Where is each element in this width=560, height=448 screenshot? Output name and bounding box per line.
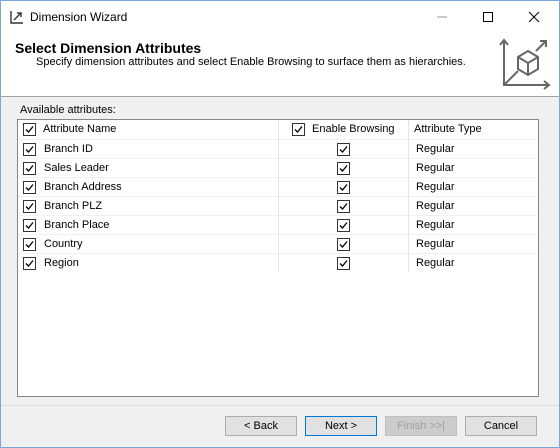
- checkmark-icon: [25, 126, 34, 133]
- close-button[interactable]: [511, 1, 557, 33]
- row-divider: [18, 177, 538, 178]
- next-button[interactable]: Next >: [305, 416, 377, 436]
- enable-browsing-checkbox[interactable]: [337, 162, 350, 175]
- enable-browsing-checkbox[interactable]: [337, 143, 350, 156]
- attribute-name: Branch ID: [44, 143, 93, 155]
- attribute-select-checkbox[interactable]: [23, 162, 36, 175]
- attribute-select-checkbox[interactable]: [23, 219, 36, 232]
- close-icon: [528, 11, 540, 23]
- checkmark-icon: [25, 184, 34, 191]
- checkmark-icon: [25, 241, 34, 248]
- row-divider: [18, 196, 538, 197]
- select-all-checkbox[interactable]: [23, 123, 36, 136]
- attribute-type[interactable]: Regular: [416, 162, 455, 174]
- checkmark-icon: [339, 260, 348, 267]
- attribute-type[interactable]: Regular: [416, 238, 455, 250]
- checkmark-icon: [25, 165, 34, 172]
- page-title: Select Dimension Attributes: [15, 40, 202, 56]
- checkmark-icon: [339, 146, 348, 153]
- table-row[interactable]: Branch ID Regular: [18, 139, 538, 158]
- table-row[interactable]: Region Regular: [18, 253, 538, 272]
- wizard-header-banner: Select Dimension Attributes Specify dime…: [1, 33, 559, 97]
- checkmark-icon: [339, 184, 348, 191]
- maximize-icon: [483, 12, 493, 22]
- enable-browsing-checkbox[interactable]: [337, 238, 350, 251]
- column-header-enable-browsing[interactable]: Enable Browsing: [312, 123, 395, 135]
- dimension-wizard-window: Dimension Wizard Select Dimension Attrib…: [0, 0, 560, 448]
- attribute-select-checkbox[interactable]: [23, 257, 36, 270]
- cancel-button[interactable]: Cancel: [465, 416, 537, 436]
- maximize-button[interactable]: [465, 1, 511, 33]
- enable-browsing-checkbox[interactable]: [337, 257, 350, 270]
- checkmark-icon: [25, 222, 34, 229]
- table-row[interactable]: Branch Address Regular: [18, 177, 538, 196]
- attribute-type[interactable]: Regular: [416, 200, 455, 212]
- row-divider: [18, 158, 538, 159]
- attributes-grid: Attribute Name Enable Browsing Attribute…: [17, 119, 539, 397]
- row-divider: [18, 234, 538, 235]
- enable-browsing-checkbox[interactable]: [337, 181, 350, 194]
- dimension-cube-icon: [496, 35, 554, 93]
- checkmark-icon: [294, 126, 303, 133]
- enable-browsing-all-checkbox[interactable]: [292, 123, 305, 136]
- minimize-button[interactable]: [419, 1, 465, 33]
- attribute-name: Branch PLZ: [44, 200, 103, 212]
- row-divider: [18, 215, 538, 216]
- table-row[interactable]: Branch PLZ Regular: [18, 196, 538, 215]
- attribute-type[interactable]: Regular: [416, 181, 455, 193]
- attribute-name: Branch Address: [44, 181, 122, 193]
- attribute-select-checkbox[interactable]: [23, 143, 36, 156]
- enable-browsing-checkbox[interactable]: [337, 219, 350, 232]
- row-divider: [18, 139, 538, 140]
- back-button[interactable]: < Back: [225, 416, 297, 436]
- minimize-icon: [437, 16, 447, 18]
- attribute-select-checkbox[interactable]: [23, 200, 36, 213]
- finish-button[interactable]: Finish >>|: [385, 416, 457, 436]
- checkmark-icon: [25, 146, 34, 153]
- footer-separator: [1, 405, 559, 406]
- attribute-name: Branch Place: [44, 219, 110, 231]
- attribute-select-checkbox[interactable]: [23, 238, 36, 251]
- attribute-type[interactable]: Regular: [416, 143, 455, 155]
- column-header-attribute-name[interactable]: Attribute Name: [43, 123, 116, 135]
- attribute-name: Region: [44, 257, 79, 269]
- enable-browsing-checkbox[interactable]: [337, 200, 350, 213]
- checkmark-icon: [339, 165, 348, 172]
- table-row[interactable]: Sales Leader Regular: [18, 158, 538, 177]
- checkmark-icon: [339, 203, 348, 210]
- page-subtitle: Specify dimension attributes and select …: [36, 56, 466, 68]
- window-title: Dimension Wizard: [30, 10, 128, 24]
- title-bar: Dimension Wizard: [1, 1, 559, 33]
- attribute-name: Sales Leader: [44, 162, 109, 174]
- checkmark-icon: [25, 203, 34, 210]
- available-attributes-label: Available attributes:: [20, 104, 116, 116]
- checkmark-icon: [339, 241, 348, 248]
- checkmark-icon: [339, 222, 348, 229]
- attribute-type[interactable]: Regular: [416, 219, 455, 231]
- attribute-type[interactable]: Regular: [416, 257, 455, 269]
- row-divider: [18, 253, 538, 254]
- table-row[interactable]: Branch Place Regular: [18, 215, 538, 234]
- attribute-name: Country: [44, 238, 83, 250]
- table-row[interactable]: Country Regular: [18, 234, 538, 253]
- wizard-app-icon: [9, 9, 25, 25]
- column-header-attribute-type[interactable]: Attribute Type: [414, 123, 482, 135]
- checkmark-icon: [25, 260, 34, 267]
- attribute-select-checkbox[interactable]: [23, 181, 36, 194]
